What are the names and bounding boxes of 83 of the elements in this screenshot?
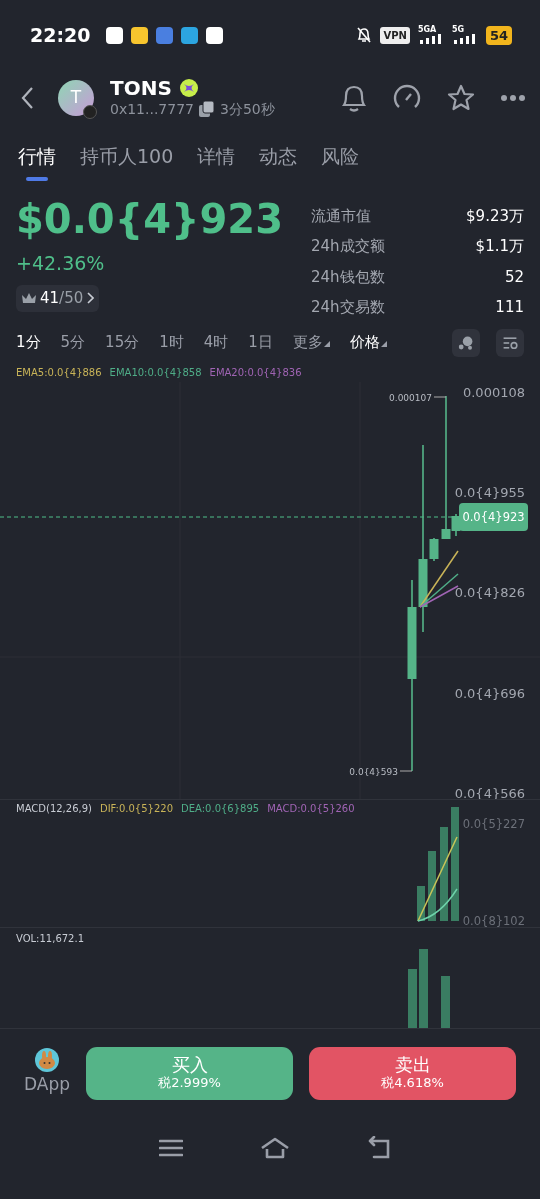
chart-settings-button[interactable]	[496, 328, 524, 357]
bell-icon[interactable]	[340, 83, 368, 113]
interval-tab[interactable]: 1时	[159, 331, 184, 354]
stat-value: $1.1万	[475, 236, 524, 257]
tab[interactable]: 风险	[321, 138, 360, 181]
axis-label: 0.0{4}696	[454, 685, 525, 701]
avatar-letter: T	[70, 86, 82, 110]
signal-icon	[417, 34, 444, 44]
axis-label: 0.0{8}102	[462, 913, 525, 927]
interval-tab[interactable]: 15分	[105, 331, 140, 354]
dropdown-triangle-icon	[323, 341, 330, 348]
interval-tab[interactable]: 1分	[16, 331, 41, 354]
macd-label: MACD:0.0{5}260	[267, 801, 355, 816]
app-icon	[106, 26, 124, 44]
app-icon	[156, 26, 174, 44]
signal-icon	[451, 34, 478, 44]
stat-value: 52	[504, 266, 524, 288]
interval-tab[interactable]: 1日	[248, 331, 273, 354]
macd-label: MACD(12,26,9)	[16, 801, 92, 816]
ema-label: EMA10:0.0{4}858	[109, 365, 202, 380]
stat-value: $9.23万	[466, 205, 524, 227]
more-dropdown[interactable]: 更多	[292, 331, 330, 354]
rank-value: 41	[40, 288, 60, 309]
copy-icon[interactable]	[198, 100, 216, 118]
vpn-badge: VPN	[380, 26, 410, 44]
current-price-label: 0.0{4}923	[462, 509, 525, 524]
axis-label: 0.000108	[462, 384, 525, 400]
bunny-icon	[35, 1048, 59, 1073]
high-price-label: 0.000107	[389, 392, 432, 403]
axis-label: 0.0{5}227	[462, 816, 525, 831]
tab[interactable]: 持币人100	[80, 138, 174, 181]
leader-line	[399, 770, 413, 771]
token-address: 0x11...7777	[110, 99, 194, 119]
app-icon	[181, 26, 199, 44]
network-label: 5GA	[417, 26, 438, 34]
network-label: 5G	[451, 26, 466, 34]
axis-label: 0.0{4}955	[454, 484, 525, 500]
stat-value: 111	[495, 297, 524, 318]
verified-badge-icon	[179, 78, 198, 97]
token-age: 3分50秒	[220, 99, 275, 119]
stat-label: 24h交易数	[311, 297, 385, 318]
volume-label: VOL:11,672.1	[15, 931, 85, 946]
price-mode-dropdown[interactable]: 价格	[349, 331, 387, 354]
stat-label: 24h成交额	[311, 236, 385, 257]
leader-line	[433, 396, 447, 397]
indicator-button[interactable]	[452, 328, 480, 357]
status-time: 22:20	[30, 22, 91, 48]
app-icon	[206, 26, 224, 44]
macd-label: DEA:0.0{6}895	[181, 801, 260, 816]
tab[interactable]: 动态	[259, 138, 298, 181]
chain-badge-icon	[83, 105, 97, 119]
stat-label: 流通市值	[311, 205, 371, 227]
menu-icon[interactable]	[158, 1137, 183, 1158]
battery-level: 54	[485, 25, 512, 45]
back-icon[interactable]	[20, 86, 34, 110]
home-icon[interactable]	[260, 1135, 290, 1160]
ema-label: EMA20:0.0{4}836	[209, 365, 302, 380]
token-name: TONS	[110, 76, 172, 99]
sell-button[interactable]: 卖出 税4.618%	[309, 1046, 516, 1100]
chevron-right-icon	[86, 292, 95, 305]
crown-icon	[21, 292, 37, 305]
interval-tab[interactable]: 4时	[203, 331, 229, 354]
stat-label: 24h钱包数	[311, 266, 385, 288]
interval-tab[interactable]: 5分	[60, 331, 86, 354]
low-price-label: 0.0{4}593	[349, 766, 398, 777]
current-price-tag	[459, 502, 528, 531]
dea-line	[417, 887, 458, 922]
ema-label: EMA5:0.0{4}886	[16, 365, 102, 380]
price-change: +42.36%	[16, 250, 106, 276]
rank-chip[interactable]: 41/50	[16, 285, 100, 312]
macd-label: DIF:0.0{5}220	[99, 801, 174, 816]
more-icon[interactable]	[500, 94, 526, 102]
app-icon	[131, 26, 149, 44]
axis-label: 0.0{4}826	[454, 584, 525, 600]
dapp-button[interactable]: DApp	[24, 1048, 70, 1098]
back-icon[interactable]	[367, 1135, 392, 1160]
tab[interactable]: 行情	[18, 138, 56, 181]
rank-total: /50	[59, 288, 84, 309]
token-price: $0.0{4}923	[16, 196, 284, 241]
dropdown-triangle-icon	[380, 341, 387, 348]
muted-bell-icon	[356, 26, 373, 44]
star-icon[interactable]	[446, 83, 476, 113]
tab[interactable]: 详情	[197, 138, 236, 181]
